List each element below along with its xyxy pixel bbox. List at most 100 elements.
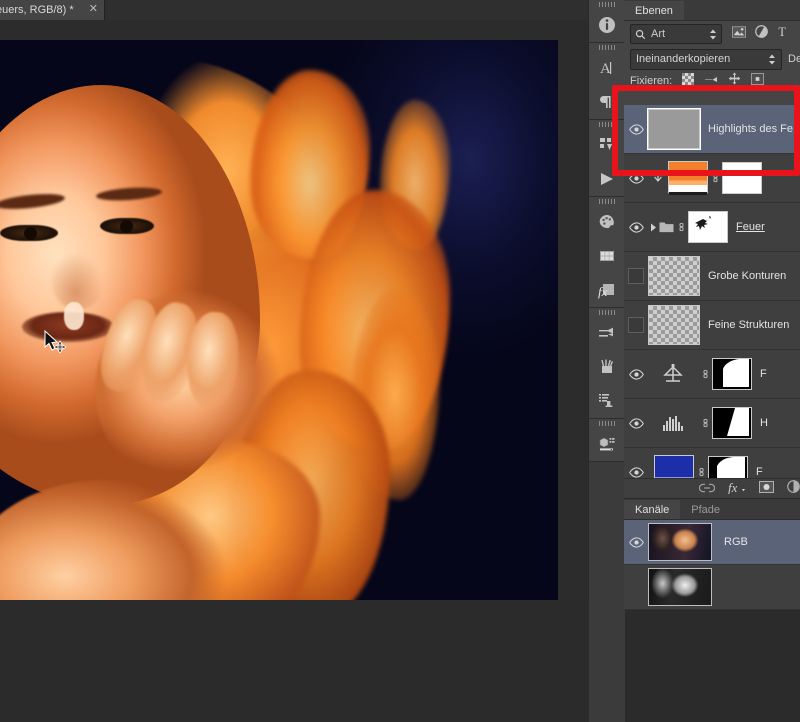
lock-image-icon[interactable] (704, 72, 718, 90)
blend-mode-select[interactable]: Ineinanderkopieren (630, 48, 782, 70)
channel-thumbnail[interactable] (648, 523, 712, 561)
layer-thumbnail[interactable] (654, 455, 694, 478)
group-mask-thumbnail[interactable] (688, 211, 728, 243)
layer-comps-panel-icon[interactable] (589, 128, 625, 162)
layer-visibility-toggle[interactable] (624, 368, 648, 380)
channel-row[interactable] (624, 565, 800, 610)
layer-row[interactable]: Highlights des Fe (624, 105, 800, 154)
layer-mask-link-icon[interactable] (698, 416, 712, 430)
filter-type-icon[interactable]: T (777, 25, 790, 43)
rail-grabber[interactable] (589, 308, 625, 316)
layer-style-fx-icon[interactable]: fx (728, 480, 746, 499)
swatches-panel-icon[interactable] (589, 239, 625, 273)
channel-row[interactable]: RGB (624, 520, 800, 565)
layer-thumbnail[interactable] (648, 305, 700, 345)
brush-panel-icon[interactable] (589, 316, 625, 350)
layer-name[interactable]: Feuer (736, 221, 765, 233)
layer-kind-filter[interactable]: Art (630, 24, 722, 44)
layer-name[interactable]: F (756, 466, 763, 478)
layer-visibility-toggle[interactable] (624, 417, 648, 429)
layer-visibility-toggle[interactable] (624, 221, 648, 233)
canvas-area[interactable] (0, 20, 588, 600)
layer-visibility-toggle[interactable] (624, 123, 648, 135)
close-icon[interactable]: ✕ (89, 3, 98, 16)
rail-grabber[interactable] (589, 419, 625, 427)
color-balance-icon[interactable] (648, 363, 698, 385)
document-tab[interactable]: euers, RGB/8) * ✕ (0, 0, 105, 20)
layers-panel: Ebenen Art T Ineinanderkopieren De Fixie… (624, 0, 800, 610)
layer-mask-link-icon[interactable] (694, 465, 708, 478)
stepper-icon[interactable] (709, 29, 717, 40)
layer-name[interactable]: Highlights des Fe (708, 123, 793, 135)
layer-name[interactable]: Feine Strukturen (708, 319, 789, 331)
timeline-panel-icon[interactable] (589, 162, 625, 196)
layer-mask-link-icon[interactable] (698, 367, 712, 381)
layer-row[interactable]: F (624, 350, 800, 399)
layer-row[interactable]: F (624, 448, 800, 478)
layer-row[interactable]: H (624, 399, 800, 448)
layer-visibility-toggle[interactable] (624, 317, 648, 333)
layers-filter-row: Art T (624, 21, 800, 47)
expand-group-arrow-icon[interactable] (648, 223, 658, 232)
layer-thumbnail[interactable] (647, 108, 701, 150)
filter-adjustment-icon[interactable] (755, 25, 768, 43)
eye-icon-off[interactable] (628, 268, 644, 284)
channel-visibility-toggle[interactable] (624, 536, 648, 548)
opacity-label: Dec (788, 53, 800, 65)
rail-grabber[interactable] (589, 0, 625, 8)
layer-row[interactable]: Grobe Konturen (624, 252, 800, 301)
svg-text:fx: fx (598, 284, 608, 299)
tab-pfade[interactable]: Pfade (680, 500, 732, 519)
photoshop-window: euers, RGB/8) * ✕ A fx Ebenen Art T Inei… (0, 0, 800, 722)
link-layers-icon[interactable] (698, 480, 716, 498)
lock-position-icon[interactable] (728, 72, 741, 90)
layer-visibility-toggle[interactable] (624, 466, 648, 478)
eye-icon (628, 536, 644, 548)
layer-list[interactable]: Highlights des Fe Feuer Grobe Konturen F… (624, 105, 800, 478)
layer-row[interactable]: Feuer (624, 203, 800, 252)
stepper-icon[interactable] (768, 54, 776, 65)
eye-icon-off[interactable] (628, 317, 644, 333)
tab-ebenen[interactable]: Ebenen (624, 1, 684, 20)
layer-name[interactable]: H (760, 417, 768, 429)
layer-mask-link-icon[interactable] (708, 171, 722, 185)
layer-row[interactable] (624, 154, 800, 203)
layer-name[interactable]: Grobe Konturen (708, 270, 786, 282)
paragraph-panel-icon[interactable] (589, 85, 625, 119)
character-panel-icon[interactable]: A (589, 51, 625, 85)
add-mask-icon[interactable] (759, 480, 774, 498)
lock-transparency-icon[interactable] (682, 72, 695, 90)
layer-mask-thumbnail[interactable] (712, 358, 752, 390)
styles-panel-icon[interactable]: fx (589, 273, 625, 307)
3d-panel-icon[interactable] (589, 427, 625, 461)
layer-visibility-toggle[interactable] (624, 268, 648, 284)
layer-thumbnail[interactable] (648, 256, 700, 296)
layer-mask-thumbnail[interactable] (722, 162, 762, 194)
channel-thumbnail[interactable] (648, 568, 712, 606)
layer-mask-thumbnail[interactable] (708, 456, 748, 478)
color-panel-icon[interactable] (589, 205, 625, 239)
rail-group-comps (589, 120, 625, 197)
tab-kanaele[interactable]: Kanäle (624, 500, 681, 519)
rail-group-type: A (589, 43, 625, 120)
tool-presets-panel-icon[interactable] (589, 384, 625, 418)
layer-thumbnail[interactable] (668, 161, 708, 195)
new-adjustment-icon[interactable] (787, 480, 800, 498)
rail-grabber[interactable] (589, 197, 625, 205)
group-mask-link-icon[interactable] (674, 220, 688, 234)
rail-grabber[interactable] (589, 120, 625, 128)
rail-group-info (589, 0, 625, 43)
info-panel-icon[interactable] (589, 8, 625, 42)
layer-mask-thumbnail[interactable] (712, 407, 752, 439)
layer-row[interactable]: Feine Strukturen (624, 301, 800, 350)
levels-histogram-icon[interactable] (648, 413, 698, 433)
rail-grabber[interactable] (589, 43, 625, 51)
document-canvas[interactable] (0, 40, 558, 600)
lock-all-icon[interactable] (751, 72, 765, 90)
eye-icon (628, 172, 644, 184)
brush-presets-panel-icon[interactable] (589, 350, 625, 384)
layer-name[interactable]: F (760, 368, 767, 380)
layer-visibility-toggle[interactable] (624, 172, 648, 184)
filter-pixel-icon[interactable] (732, 25, 746, 43)
eye-icon (628, 368, 644, 380)
